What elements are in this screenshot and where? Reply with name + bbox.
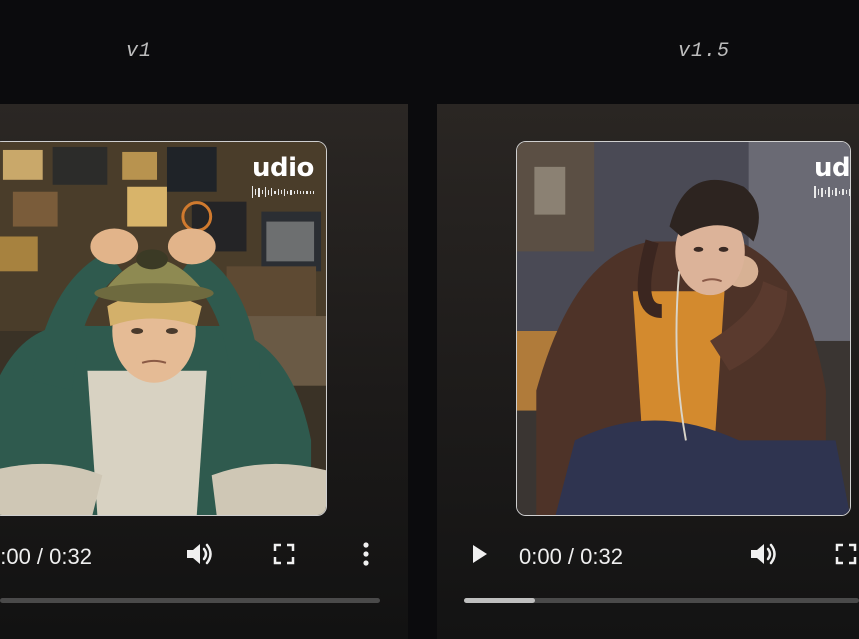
video-player-v1-5: udio 0:00 / 0:32 xyxy=(437,104,859,639)
fullscreen-button[interactable] xyxy=(835,534,859,574)
player-controls-v1: 0:00 / 0:32 xyxy=(0,534,408,574)
version-label-v1: v1 xyxy=(126,40,153,63)
artwork-illustration-v1-5 xyxy=(517,142,850,515)
progress-fill-v1-5 xyxy=(464,598,536,603)
time-display: 0:00 / 0:32 xyxy=(519,544,623,569)
fullscreen-icon xyxy=(835,543,857,565)
waveform-icon xyxy=(814,186,850,198)
volume-icon xyxy=(187,543,212,565)
play-icon xyxy=(473,545,487,563)
fullscreen-icon xyxy=(273,543,295,565)
album-artwork-v1: udio xyxy=(0,141,327,516)
more-vertical-icon xyxy=(363,542,369,566)
more-options-button[interactable] xyxy=(356,534,376,574)
waveform-icon xyxy=(252,186,315,198)
video-player-v1: udio 0:00 / 0:32 xyxy=(0,104,408,639)
album-artwork-v1-5: udio xyxy=(516,141,851,516)
udio-watermark-v1-5: udio xyxy=(814,153,851,198)
volume-button[interactable] xyxy=(183,534,217,574)
play-button[interactable] xyxy=(467,534,493,574)
udio-watermark-v1: udio xyxy=(252,154,314,198)
progress-bar-v1[interactable] xyxy=(0,598,380,603)
fullscreen-button[interactable] xyxy=(270,534,298,574)
version-label-v1-5: v1.5 xyxy=(678,40,731,63)
volume-button[interactable] xyxy=(747,534,781,574)
progress-bar-v1-5[interactable] xyxy=(464,598,859,603)
volume-icon xyxy=(751,543,776,565)
watermark-text: udio xyxy=(252,153,314,183)
time-display: 0:00 / 0:32 xyxy=(0,544,92,569)
player-controls-v1-5: 0:00 / 0:32 xyxy=(437,534,859,574)
watermark-text: udio xyxy=(814,153,851,183)
